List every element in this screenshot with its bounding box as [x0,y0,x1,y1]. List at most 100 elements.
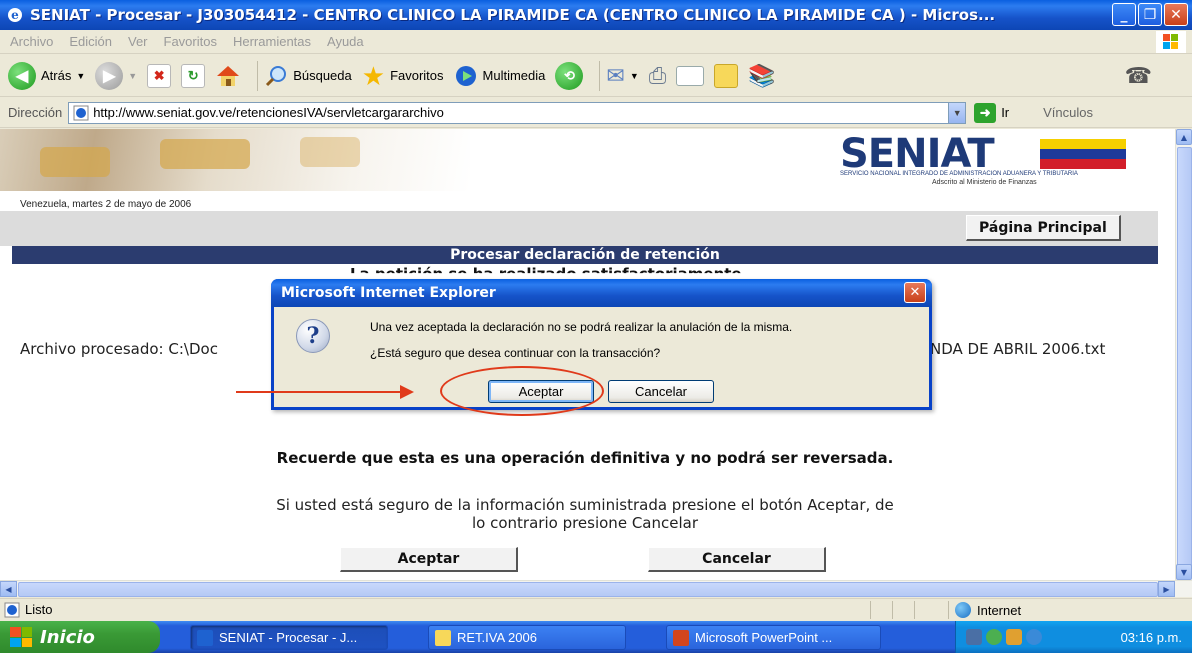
minimize-button[interactable]: _ [1112,3,1136,26]
media-label: Multimedia [482,68,546,83]
internet-zone-icon [955,602,971,618]
stop-button[interactable]: ✖ [147,63,172,88]
media-button[interactable]: Multimedia [454,64,546,88]
messenger-tray-icon[interactable] [986,629,1002,645]
antivirus-icon[interactable] [1006,629,1022,645]
search-icon [266,65,287,86]
page-icon [73,105,89,120]
mail-dropdown-icon[interactable]: ▼ [630,71,639,81]
page-cancel-button[interactable]: Cancelar [648,547,826,572]
dialog-titlebar[interactable]: Microsoft Internet Explorer ✕ [271,279,932,307]
close-button[interactable]: ✕ [1164,3,1188,26]
address-input[interactable]: http://www.seniat.gov.ve/retencionesIVA/… [68,101,967,124]
dialog-close-button[interactable]: ✕ [904,282,926,303]
task-powerpoint[interactable]: Microsoft PowerPoint ... [666,625,881,650]
menu-favoritos[interactable]: Favoritos [164,34,217,49]
back-arrow-icon: ◀ [8,61,36,90]
address-bar: Dirección http://www.seniat.gov.ve/reten… [0,98,1192,128]
home-icon [217,65,240,86]
vertical-scrollbar[interactable]: ▲ ▼ [1175,129,1192,580]
horizontal-scroll-thumb[interactable] [18,582,1158,597]
page-accept-button[interactable]: Aceptar [340,547,518,572]
home-page-button[interactable]: Página Principal [966,215,1121,241]
edit-button[interactable] [676,65,705,86]
page-header: Procesar declaración de retención [12,246,1158,264]
folder-icon [714,63,739,88]
task-retiva[interactable]: RET.IVA 2006 [428,625,626,650]
forward-arrow-icon: ▶ [95,61,124,90]
media-icon [455,65,476,86]
menu-ayuda[interactable]: Ayuda [327,34,364,49]
annotation-arrow-head [400,385,414,399]
history-button[interactable]: ⟲ [555,61,584,90]
menu-ver[interactable]: Ver [128,34,148,49]
maximize-button[interactable]: ❐ [1138,3,1162,26]
warning-text: Recuerde que esta es una operación defin… [276,449,894,467]
messenger-button[interactable]: ☎ [1125,63,1152,89]
go-arrow-icon: ➜ [974,102,997,123]
messenger-icon: ☎ [1124,62,1152,88]
address-dropdown-icon[interactable]: ▼ [948,102,966,123]
stop-icon: ✖ [147,63,172,88]
clock[interactable]: 03:16 p.m. [1121,630,1182,645]
annotation-highlight-ellipse [440,366,604,416]
page-content: SENIAT SERVICIO NACIONAL INTEGRADO DE AD… [0,129,1175,580]
system-tray: 03:16 p.m. [955,621,1192,653]
start-button[interactable]: Inicio [0,621,160,653]
discuss-button[interactable] [714,63,739,88]
mail-button[interactable]: ✉ ▼ [606,63,638,89]
menu-edicion[interactable]: Edición [69,34,112,49]
forward-button[interactable]: ▶ ▼ [95,61,137,90]
home-button[interactable] [215,64,241,88]
windows-flag-icon [10,627,32,647]
back-button[interactable]: ◀ Atrás ▼ [8,61,85,90]
window-titlebar[interactable]: e SENIAT - Procesar - J303054412 - CENTR… [0,0,1192,30]
update-icon[interactable] [1026,629,1042,645]
scroll-up-icon[interactable]: ▲ [1176,129,1192,145]
svg-text:e: e [11,8,19,22]
favorites-label: Favoritos [390,68,444,83]
refresh-button[interactable]: ↻ [181,63,206,88]
back-dropdown-icon[interactable]: ▼ [76,71,85,81]
research-icon: 📚 [748,62,776,88]
address-url: http://www.seniat.gov.ve/retencionesIVA/… [93,105,444,120]
mail-icon: ✉ [606,62,625,88]
logo-subtitle: SERVICIO NACIONAL INTEGRADO DE ADMINISTR… [840,171,1078,177]
search-button[interactable]: Búsqueda [264,64,352,88]
horizontal-scrollbar[interactable]: ◀ ▶ [0,580,1192,597]
task-seniat[interactable]: SENIAT - Procesar - J... [190,625,388,650]
question-icon: ? [296,319,330,353]
task-label: Microsoft PowerPoint ... [695,630,833,645]
print-button[interactable]: ⎙ [649,63,667,89]
network-icon[interactable] [966,629,982,645]
scroll-right-icon[interactable]: ▶ [1158,581,1175,597]
toolbar: ◀ Atrás ▼ ▶ ▼ ✖ ↻ Búsqueda ★ Favoritos M… [0,55,1192,97]
dialog-title: Microsoft Internet Explorer [281,285,496,301]
dialog-message-1: Una vez aceptada la declaración no se po… [370,320,793,334]
print-icon: ⎙ [648,62,667,88]
internet-explorer-icon [197,629,213,646]
processed-file-name-end: NDA DE ABRIL 2006.txt [930,340,1106,358]
seniat-logo: SENIAT SERVICIO NACIONAL INTEGRADO DE AD… [840,131,1130,187]
star-icon: ★ [361,60,386,91]
links-button[interactable]: Vínculos [1043,105,1093,120]
research-button[interactable]: 📚 [748,63,775,89]
menu-bar: Archivo Edición Ver Favoritos Herramient… [0,30,1192,54]
scroll-down-icon[interactable]: ▼ [1176,564,1192,580]
seniat-banner: SENIAT SERVICIO NACIONAL INTEGRADO DE AD… [0,129,1158,191]
window-title: SENIAT - Procesar - J303054412 - CENTRO … [30,6,996,24]
menu-herramientas[interactable]: Herramientas [233,34,311,49]
annotation-arrow-line [236,391,402,393]
favorites-button[interactable]: ★ Favoritos [361,60,444,91]
dialog-cancel-button[interactable]: Cancelar [608,380,714,403]
toolbar-separator [599,60,601,91]
powerpoint-icon [673,629,689,646]
forward-dropdown-icon[interactable]: ▼ [128,71,137,81]
go-button[interactable]: ➜ Ir [974,102,1009,123]
refresh-icon: ↻ [181,63,206,88]
status-text: Listo [25,602,53,617]
instruction-text: Si usted está seguro de la información s… [276,496,894,532]
vertical-scroll-thumb[interactable] [1177,147,1192,567]
scroll-left-icon[interactable]: ◀ [0,581,17,597]
menu-archivo[interactable]: Archivo [10,34,53,49]
